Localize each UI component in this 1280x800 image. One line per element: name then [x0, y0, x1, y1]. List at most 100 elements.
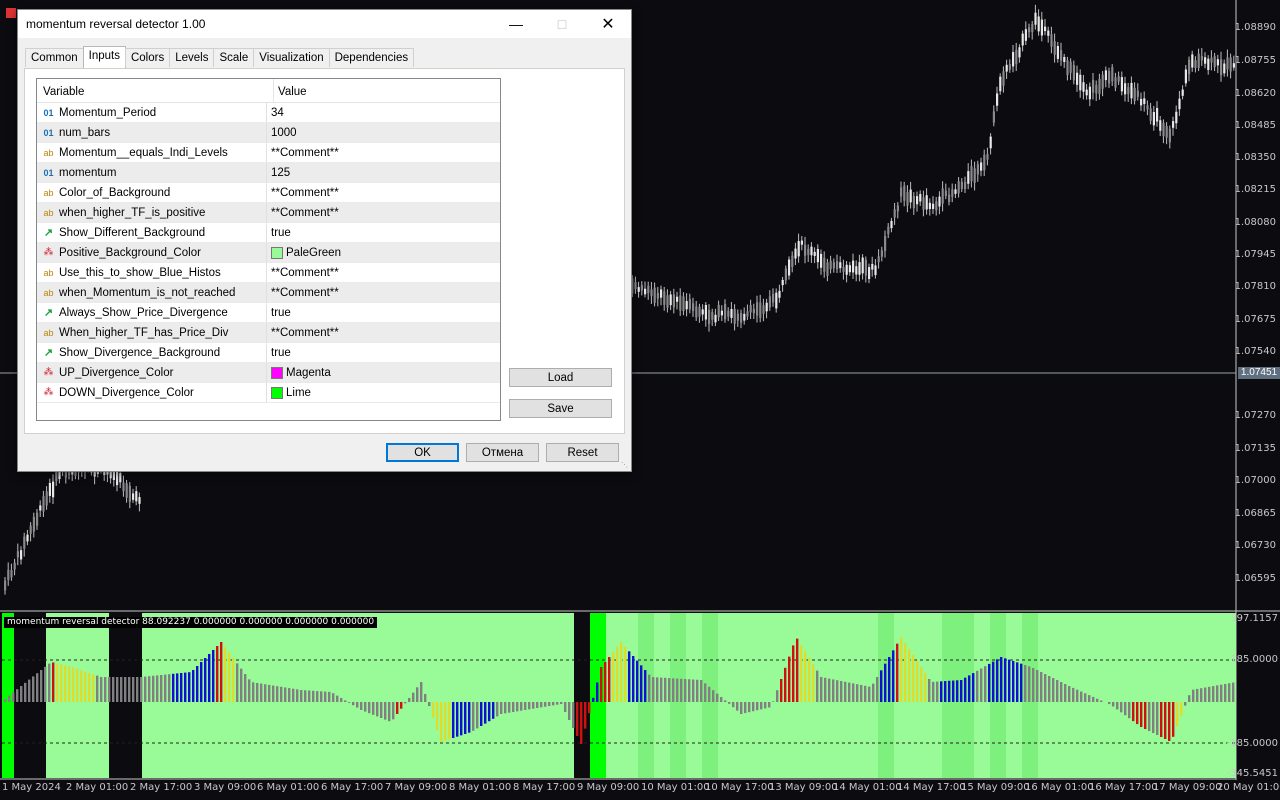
- value-cell[interactable]: **Comment**: [267, 183, 339, 202]
- tab-strip: Common Inputs Colors Levels Scale Visual…: [25, 46, 415, 68]
- price-tick-label: 1.08620: [1234, 88, 1276, 99]
- boolean-type-icon: ↗: [43, 347, 54, 359]
- tab-scale[interactable]: Scale: [213, 48, 255, 67]
- time-tick-label: 20 May 01:00: [1217, 782, 1280, 793]
- value-cell[interactable]: true: [267, 223, 291, 242]
- indicator-level-lower: -185.0000: [1226, 738, 1278, 749]
- color-swatch[interactable]: [271, 246, 283, 259]
- value-text: true: [271, 346, 291, 359]
- input-row[interactable]: ↗ Show_Divergence_Background true: [37, 343, 500, 363]
- variable-name: Momentum_Period: [59, 106, 157, 119]
- reset-button[interactable]: Reset: [546, 443, 619, 462]
- time-tick-label: 7 May 09:00: [385, 782, 448, 793]
- value-cell[interactable]: **Comment**: [267, 143, 339, 162]
- variable-cell: ⁂ UP_Divergence_Color: [37, 363, 267, 382]
- tab-dependencies[interactable]: Dependencies: [328, 48, 415, 67]
- value-text: **Comment**: [271, 326, 339, 339]
- tab-inputs[interactable]: Inputs: [82, 46, 126, 68]
- cancel-button[interactable]: Отмена: [466, 443, 539, 462]
- tab-colors[interactable]: Colors: [124, 48, 171, 67]
- input-row[interactable]: 01 num_bars 1000: [37, 123, 500, 143]
- integer-type-icon: 01: [43, 127, 54, 138]
- value-cell[interactable]: 34: [267, 103, 284, 122]
- indicator-level-top: 397.1157: [1230, 613, 1278, 624]
- variable-name: Always_Show_Price_Divergence: [59, 306, 228, 319]
- value-cell[interactable]: true: [267, 343, 291, 362]
- input-row[interactable]: 01 momentum 125: [37, 163, 500, 183]
- input-row[interactable]: ↗ Show_Different_Background true: [37, 223, 500, 243]
- tab-visualization[interactable]: Visualization: [253, 48, 330, 67]
- dialog-title: momentum reversal detector 1.00: [26, 17, 206, 31]
- time-tick-label: 2 May 01:00: [66, 782, 129, 793]
- input-row[interactable]: 01 Momentum_Period 34: [37, 103, 500, 123]
- value-cell[interactable]: true: [267, 303, 291, 322]
- string-type-icon: ab: [43, 287, 54, 298]
- ok-button[interactable]: OK: [386, 443, 459, 462]
- value-text: true: [271, 306, 291, 319]
- value-cell[interactable]: Magenta: [267, 363, 331, 382]
- variable-cell: 01 Momentum_Period: [37, 103, 267, 122]
- dialog-titlebar[interactable]: momentum reversal detector 1.00 — □ ✕: [18, 10, 631, 38]
- price-tick-label: 1.08485: [1234, 120, 1276, 131]
- time-tick-label: 8 May 01:00: [449, 782, 512, 793]
- value-cell[interactable]: **Comment**: [267, 263, 339, 282]
- value-cell[interactable]: **Comment**: [267, 203, 339, 222]
- value-cell[interactable]: 125: [267, 163, 290, 182]
- input-row[interactable]: ↗ Always_Show_Price_Divergence true: [37, 303, 500, 323]
- price-tick-label: 1.08080: [1234, 217, 1276, 228]
- input-row[interactable]: ab Use_this_to_show_Blue_Histos **Comment*…: [37, 263, 500, 283]
- close-icon[interactable]: ✕: [585, 10, 631, 38]
- tab-levels[interactable]: Levels: [169, 48, 215, 67]
- column-header-variable[interactable]: Variable: [37, 79, 274, 102]
- value-text: **Comment**: [271, 286, 339, 299]
- chart-menu-icon[interactable]: [6, 8, 16, 18]
- indicator-level-upper: 185.0000: [1230, 654, 1278, 665]
- value-cell[interactable]: 1000: [267, 123, 297, 142]
- price-tick-label: 1.07135: [1234, 443, 1276, 454]
- color-swatch[interactable]: [271, 366, 283, 379]
- input-row[interactable]: ab When_higher_TF_has_Price_Div **Comment*…: [37, 323, 500, 343]
- variable-cell: ⁂ DOWN_Divergence_Color: [37, 383, 267, 402]
- price-tick-label: 1.07270: [1234, 410, 1276, 421]
- value-text: 34: [271, 106, 284, 119]
- input-row[interactable]: ab when_higher_TF_is_positive **Comment**: [37, 203, 500, 223]
- time-tick-label: 16 May 17:00: [1089, 782, 1158, 793]
- variable-cell: ⁂ Positive_Background_Color: [37, 243, 267, 262]
- value-cell[interactable]: PaleGreen: [267, 243, 341, 262]
- input-row[interactable]: ⁂ DOWN_Divergence_Color Lime: [37, 383, 500, 403]
- variable-name: When_higher_TF_has_Price_Div: [59, 326, 229, 339]
- value-cell[interactable]: **Comment**: [267, 283, 339, 302]
- resize-grip-icon[interactable]: ⋱: [621, 461, 629, 469]
- color-type-icon: ⁂: [43, 367, 54, 378]
- save-button[interactable]: Save: [509, 399, 612, 418]
- boolean-type-icon: ↗: [43, 307, 54, 319]
- input-row[interactable]: ab when_Momentum_is_not_reached **Comment*…: [37, 283, 500, 303]
- load-button[interactable]: Load: [509, 368, 612, 387]
- variable-cell: ab Use_this_to_show_Blue_Histos: [37, 263, 267, 282]
- value-text: Magenta: [286, 366, 331, 379]
- color-type-icon: ⁂: [43, 387, 54, 398]
- integer-type-icon: 01: [43, 107, 54, 118]
- variable-name: Use_this_to_show_Blue_Histos: [59, 266, 221, 279]
- color-swatch[interactable]: [271, 386, 283, 399]
- value-cell[interactable]: **Comment**: [267, 323, 339, 342]
- time-tick-label: 3 May 09:00: [194, 782, 257, 793]
- input-row[interactable]: ab Color_of_Background **Comment**: [37, 183, 500, 203]
- variable-name: num_bars: [59, 126, 111, 139]
- minimize-icon[interactable]: —: [493, 10, 539, 38]
- time-tick-label: 16 May 01:00: [1025, 782, 1094, 793]
- string-type-icon: ab: [43, 267, 54, 278]
- value-text: **Comment**: [271, 186, 339, 199]
- time-tick-label: 8 May 17:00: [513, 782, 576, 793]
- value-text: PaleGreen: [286, 246, 341, 259]
- column-header-value[interactable]: Value: [274, 79, 307, 102]
- input-row[interactable]: ab Momentum__equals_Indi_Levels **Comment*…: [37, 143, 500, 163]
- input-row[interactable]: ⁂ Positive_Background_Color PaleGreen: [37, 243, 500, 263]
- value-cell[interactable]: Lime: [267, 383, 311, 402]
- input-row[interactable]: ⁂ UP_Divergence_Color Magenta: [37, 363, 500, 383]
- inputs-panel: Variable Value 01 Momentum_Period 34 01 num_…: [24, 68, 625, 434]
- value-text: **Comment**: [271, 146, 339, 159]
- tab-common[interactable]: Common: [25, 48, 84, 67]
- price-tick-label: 1.06595: [1234, 573, 1276, 584]
- variable-name: Momentum__equals_Indi_Levels: [59, 146, 228, 159]
